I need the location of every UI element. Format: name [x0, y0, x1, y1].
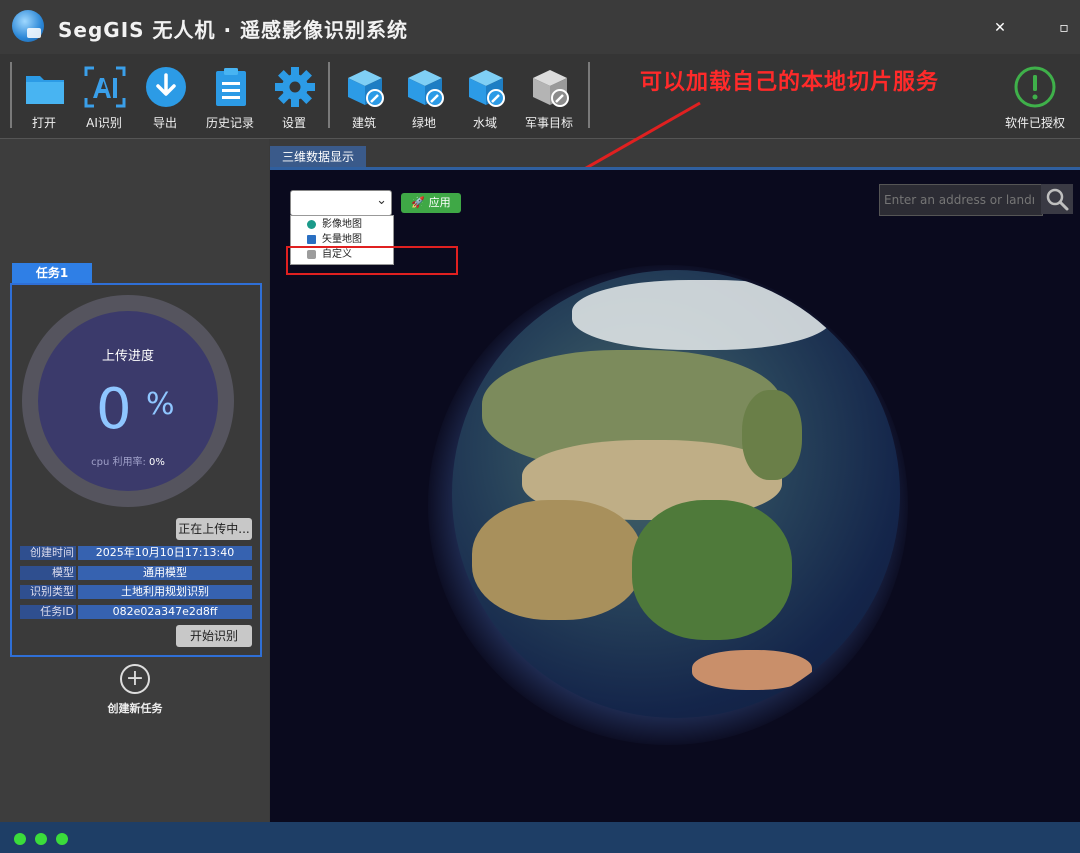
info-row-recognition-type: 识别类型 土地利用规划识别 — [20, 585, 252, 600]
earth-globe[interactable] — [452, 270, 900, 718]
map-book-icon — [307, 235, 316, 244]
gear-icon — [275, 67, 315, 107]
basemap-option-vector[interactable]: 矢量地图 — [291, 232, 393, 247]
chevron-down-icon: ⌄ — [376, 193, 387, 208]
open-button[interactable]: 打开 — [14, 62, 74, 132]
license-button-label: 软件已授权 — [1004, 116, 1065, 130]
history-button[interactable]: 历史记录 — [200, 62, 260, 132]
progress-ring: 上传进度 0 % cpu 利用率: 0% — [22, 295, 234, 507]
ai-recognize-button[interactable]: AI识别 — [74, 62, 134, 132]
land-australia — [692, 650, 812, 690]
export-button[interactable]: 导出 — [135, 62, 195, 132]
restore-icon[interactable]: ▫ — [1054, 18, 1074, 38]
app-logo — [12, 10, 44, 42]
address-search — [879, 184, 1043, 216]
basemap-option-label: 影像地图 — [322, 219, 362, 230]
info-key: 任务ID — [20, 605, 76, 619]
info-key: 创建时间 — [20, 546, 76, 560]
license-button[interactable]: 软件已授权 — [1004, 62, 1066, 132]
progress-ring-inner: 上传进度 0 % cpu 利用率: 0% — [38, 311, 218, 491]
status-dot — [56, 833, 68, 845]
title-bar: SegGIS 无人机 · 遥感影像识别系统 ✕ ▫ — [0, 0, 1080, 54]
info-key: 模型 — [20, 566, 76, 580]
basemap-option-imagery[interactable]: 影像地图 — [291, 217, 393, 232]
status-dot — [35, 833, 47, 845]
left-panel: 任务1 上传进度 0 % cpu 利用率: 0% 正在上传中... 创建时间 2… — [0, 139, 269, 822]
cpu-usage-value: 0% — [149, 457, 165, 468]
info-value: 082e02a347e2d8ff — [78, 605, 252, 619]
settings-button[interactable]: 设置 — [264, 62, 324, 132]
info-row-created-time: 创建时间 2025年10月10日17:13:40 — [20, 546, 252, 561]
building-cube-icon — [348, 70, 384, 107]
clipboard-icon — [216, 68, 246, 106]
cpu-usage-label: cpu 利用率: — [91, 457, 146, 468]
close-icon[interactable]: ✕ — [990, 18, 1010, 38]
status-bar — [0, 822, 1080, 853]
ai-recognize-icon — [84, 66, 126, 108]
task-card: 上传进度 0 % cpu 利用率: 0% 正在上传中... 创建时间 2025年… — [10, 283, 262, 657]
apply-button[interactable]: 🚀 应用 — [401, 193, 461, 213]
military-target-button-label: 军事目标 — [524, 116, 573, 130]
task-tab[interactable]: 任务1 — [12, 263, 92, 283]
settings-button-label: 设置 — [281, 116, 306, 130]
info-value: 土地利用规划识别 — [78, 585, 252, 599]
greenland-button[interactable]: 绿地 — [394, 62, 454, 132]
military-target-button[interactable]: 军事目标 — [519, 62, 579, 132]
search-icon[interactable] — [1041, 184, 1073, 214]
info-row-task-id: 任务ID 082e02a347e2d8ff — [20, 605, 252, 620]
history-button-label: 历史记录 — [205, 116, 254, 130]
greenland-cube-icon — [408, 70, 444, 107]
water-button-label: 水域 — [472, 116, 497, 130]
tab-3d-view[interactable]: 三维数据显示 — [270, 146, 366, 168]
military-cube-icon — [533, 70, 569, 107]
land-india — [472, 500, 642, 620]
progress-title: 上传进度 — [101, 349, 154, 364]
basemap-option-label: 矢量地图 — [322, 234, 362, 245]
globe-icon — [307, 220, 316, 229]
license-check-icon — [1014, 66, 1056, 108]
annotation-text: 可以加载自己的本地切片服务 — [640, 70, 940, 95]
create-task-label: 创建新任务 — [107, 702, 163, 715]
create-task-button[interactable]: + 创建新任务 — [104, 664, 166, 716]
progress-unit: % — [146, 387, 175, 422]
status-dot — [14, 833, 26, 845]
plus-icon: + — [120, 664, 150, 694]
cpu-usage: cpu 利用率: 0% — [38, 453, 218, 468]
building-button[interactable]: 建筑 — [334, 62, 394, 132]
land-east-asia — [742, 390, 802, 480]
land-southeast-asia — [632, 500, 792, 640]
toolbar-separator — [588, 62, 590, 128]
toolbar: 打开 AI识别 导出 历史记录 设置 建筑 绿地 水域 军事目标 软件已授权 可… — [0, 54, 1080, 139]
start-recognition-button[interactable]: 开始识别 — [176, 625, 252, 647]
apply-button-label: 应用 — [428, 196, 451, 209]
water-cube-icon — [469, 70, 505, 107]
water-button[interactable]: 水域 — [455, 62, 515, 132]
basemap-select[interactable]: ⌄ — [290, 190, 392, 216]
info-value: 2025年10月10日17:13:40 — [78, 546, 252, 560]
uploading-button[interactable]: 正在上传中... — [176, 518, 252, 540]
info-value: 通用模型 — [78, 566, 252, 580]
export-button-label: 导出 — [152, 116, 177, 130]
download-icon — [146, 67, 186, 107]
annotation-highlight-box — [286, 246, 458, 275]
app-title: SegGIS 无人机 · 遥感影像识别系统 — [58, 18, 409, 42]
progress-value: 0 — [96, 377, 132, 442]
rocket-icon: 🚀 — [411, 196, 426, 209]
land-arctic — [572, 280, 832, 350]
info-row-model: 模型 通用模型 — [20, 566, 252, 581]
info-key: 识别类型 — [20, 585, 76, 599]
folder-icon — [26, 76, 64, 104]
address-search-input[interactable] — [882, 187, 1036, 213]
